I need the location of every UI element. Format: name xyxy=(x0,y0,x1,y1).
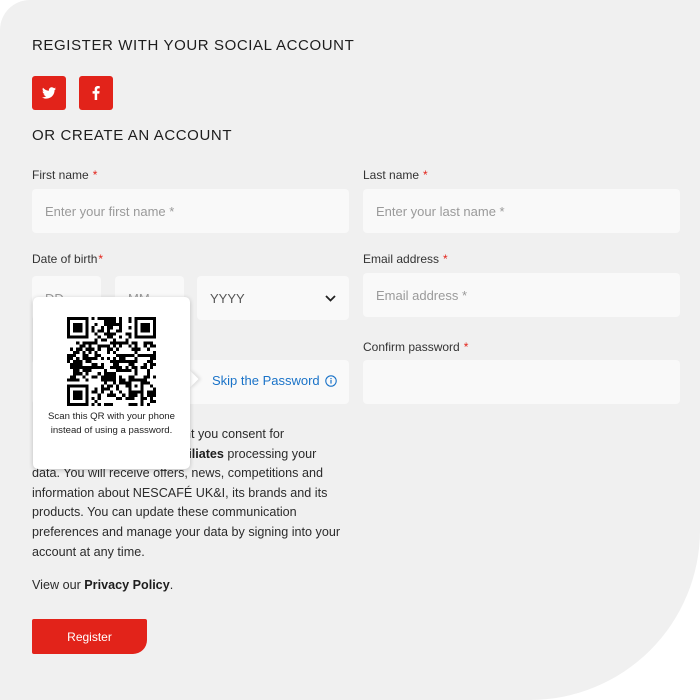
required-marker: * xyxy=(92,168,98,182)
qr-code xyxy=(67,317,156,406)
last-name-input[interactable] xyxy=(363,189,680,233)
register-button[interactable]: Register xyxy=(32,619,147,654)
required-marker: * xyxy=(463,340,469,354)
privacy-suffix: . xyxy=(169,578,174,592)
required-marker: * xyxy=(443,252,448,266)
first-name-label: First name * xyxy=(32,168,97,182)
email-label: Email address * xyxy=(363,252,448,266)
dob-year-value: YYYY xyxy=(210,290,245,306)
dob-label-text: Date of birth xyxy=(32,252,98,266)
consent-rest: data. You will receive offers, news, com… xyxy=(32,466,341,559)
confirm-password-label: Confirm password * xyxy=(363,340,468,354)
privacy-policy-link[interactable]: Privacy Policy xyxy=(84,578,169,592)
twitter-button[interactable] xyxy=(32,76,66,110)
consent-line-2-rest: processing your xyxy=(223,446,317,461)
facebook-icon xyxy=(92,86,100,100)
confirm-password-input[interactable] xyxy=(363,360,680,404)
skip-password-label: Skip the Password xyxy=(212,373,320,388)
facebook-button[interactable] xyxy=(79,76,113,110)
create-account-heading: OR CREATE AN ACCOUNT xyxy=(32,127,233,144)
skip-password-link[interactable]: Skip the Password xyxy=(212,373,337,388)
dob-year-select[interactable]: YYYY xyxy=(197,276,349,320)
chevron-down-icon xyxy=(325,294,336,302)
last-name-label-text: Last name xyxy=(363,168,420,182)
privacy-prefix: View our xyxy=(32,578,85,592)
info-icon xyxy=(324,374,337,387)
twitter-icon xyxy=(42,87,56,99)
qr-popover: Scan this QR with your phone instead of … xyxy=(33,297,190,469)
confirm-password-label-text: Confirm password xyxy=(363,340,460,354)
first-name-label-text: First name xyxy=(32,168,89,182)
required-marker: * xyxy=(98,252,104,266)
required-marker: * xyxy=(423,168,428,182)
email-input[interactable] xyxy=(363,273,680,317)
social-heading: REGISTER WITH YOUR SOCIAL ACCOUNT xyxy=(32,37,355,54)
last-name-label: Last name * xyxy=(363,168,428,182)
registration-panel: REGISTER WITH YOUR SOCIAL ACCOUNT OR CRE… xyxy=(0,0,700,700)
qr-instructions: Scan this QR with your phone instead of … xyxy=(48,411,175,436)
privacy-text: View our Privacy Policy. xyxy=(32,576,173,596)
dob-label: Date of birth* xyxy=(32,252,103,266)
email-label-text: Email address xyxy=(363,252,440,266)
first-name-input[interactable] xyxy=(32,189,349,233)
